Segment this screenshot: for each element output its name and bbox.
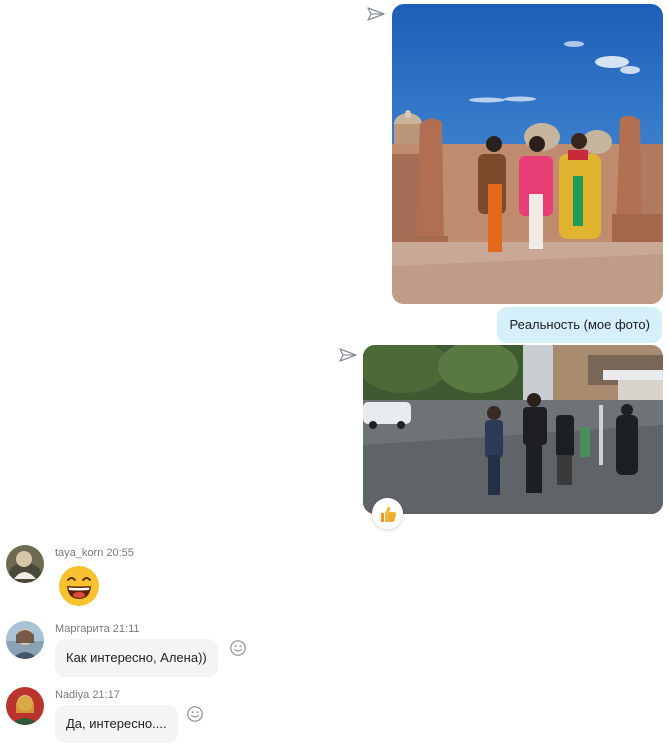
emoji-message bbox=[58, 565, 100, 607]
thumbs-up-icon bbox=[380, 506, 396, 522]
shared-photo-street[interactable] bbox=[363, 345, 663, 514]
avatar[interactable] bbox=[6, 621, 44, 659]
message-bubble: Как интересно, Алена)) bbox=[55, 639, 218, 677]
reaction-badge[interactable] bbox=[372, 498, 403, 529]
username: taya_korn bbox=[55, 547, 104, 559]
send-icon bbox=[367, 7, 385, 21]
message-bubble: Да, интересно.... bbox=[55, 705, 178, 743]
username: Nadiya bbox=[55, 689, 90, 701]
message-meta: Маргарита 21:11 bbox=[55, 623, 140, 635]
timestamp: 21:11 bbox=[112, 623, 140, 635]
shared-photo-iran-architecture[interactable] bbox=[392, 4, 663, 304]
username: Маргарита bbox=[55, 623, 110, 635]
add-reaction-icon[interactable] bbox=[229, 639, 247, 657]
add-reaction-icon[interactable] bbox=[186, 705, 204, 723]
outgoing-message-caption: Реальность (мое фото) bbox=[497, 307, 662, 343]
laughing-emoji-icon bbox=[59, 566, 99, 606]
message-meta: Nadiya 21:17 bbox=[55, 689, 120, 701]
message-meta: taya_korn 20:55 bbox=[55, 547, 134, 559]
avatar[interactable] bbox=[6, 545, 44, 583]
timestamp: 21:17 bbox=[92, 689, 120, 701]
timestamp: 20:55 bbox=[106, 547, 134, 559]
avatar[interactable] bbox=[6, 687, 44, 725]
send-icon bbox=[339, 348, 357, 362]
